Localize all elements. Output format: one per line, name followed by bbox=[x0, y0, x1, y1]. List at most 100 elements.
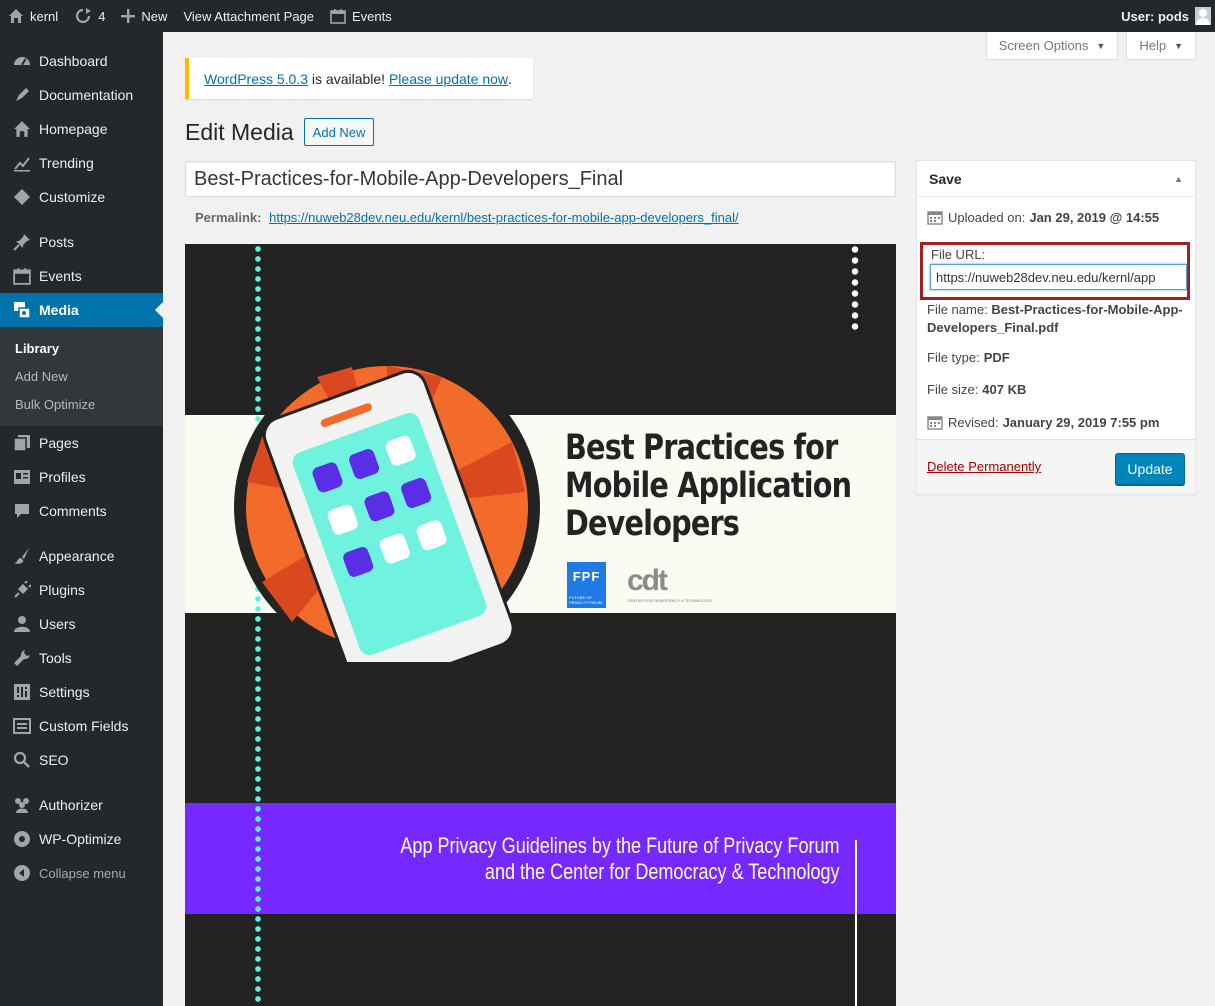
updates-count: 4 bbox=[98, 8, 106, 24]
document-title: Best Practices for Mobile Application De… bbox=[565, 428, 852, 543]
fields-icon bbox=[12, 716, 32, 736]
events-label: Events bbox=[352, 8, 392, 24]
menu-seo[interactable]: SEO bbox=[0, 743, 163, 777]
menu-documentation[interactable]: Documentation bbox=[0, 78, 163, 112]
brush-icon bbox=[12, 546, 32, 566]
submenu-bulk-optimize[interactable]: Bulk Optimize bbox=[0, 390, 163, 418]
menu-appearance[interactable]: Appearance bbox=[0, 539, 163, 573]
update-notice: WordPress 5.0.3 is available! Please upd… bbox=[185, 58, 533, 99]
file-size-label: File size: bbox=[927, 382, 979, 397]
collapse-arrow-icon[interactable]: ▲ bbox=[1174, 174, 1183, 184]
menu-homepage[interactable]: Homepage bbox=[0, 112, 163, 146]
caret-down-icon: ▼ bbox=[1096, 40, 1106, 51]
phone-illustration bbox=[234, 354, 540, 662]
add-new-button[interactable]: Add New bbox=[303, 118, 375, 146]
submenu-add-new[interactable]: Add New bbox=[0, 362, 163, 390]
collapse-menu-button[interactable]: Collapse menu bbox=[0, 856, 163, 890]
menu-separator bbox=[0, 777, 163, 788]
save-box: Save ▲ Uploaded on: Jan 29, 2019 @ 14:55… bbox=[916, 160, 1196, 495]
version-link[interactable]: WordPress 5.0.3 bbox=[204, 71, 308, 87]
caret-down-icon: ▼ bbox=[1174, 40, 1183, 51]
pdf-preview: Best Practices for Mobile Application De… bbox=[185, 244, 896, 1006]
menu-label: Custom Fields bbox=[39, 718, 129, 734]
menu-tools[interactable]: Tools bbox=[0, 641, 163, 675]
menu-label: Dashboard bbox=[39, 53, 108, 69]
menu-posts[interactable]: Posts bbox=[0, 225, 163, 259]
new-label: New bbox=[141, 8, 168, 24]
notice-end: . bbox=[508, 70, 512, 87]
menu-events[interactable]: Events bbox=[0, 259, 163, 293]
menu-pages[interactable]: Pages bbox=[0, 426, 163, 460]
menu-comments[interactable]: Comments bbox=[0, 494, 163, 528]
menu-label: WP-Optimize bbox=[39, 831, 122, 847]
menu-label: Documentation bbox=[39, 87, 134, 103]
media-icon bbox=[12, 300, 32, 320]
menu-media[interactable]: Media bbox=[0, 293, 163, 327]
documentation-icon bbox=[12, 85, 32, 105]
admin-sidebar: Dashboard Documentation Homepage Trendin… bbox=[0, 32, 163, 1006]
collapse-icon bbox=[12, 863, 32, 883]
screen-meta-links: Screen Options ▼ Help ▼ bbox=[985, 32, 1196, 60]
site-name-link[interactable]: kernl bbox=[0, 0, 66, 32]
menu-custom-fields[interactable]: Custom Fields bbox=[0, 709, 163, 743]
view-attachment-link[interactable]: View Attachment Page bbox=[175, 0, 322, 32]
menu-label: Homepage bbox=[39, 121, 108, 137]
menu-dashboard[interactable]: Dashboard bbox=[0, 44, 163, 78]
screen-options-button[interactable]: Screen Options ▼ bbox=[985, 32, 1119, 60]
menu-customize[interactable]: Customize bbox=[0, 180, 163, 214]
file-url-field[interactable]: https://nuweb28dev.neu.edu/kernl/app bbox=[930, 264, 1187, 290]
permalink-url[interactable]: https://nuweb28dev.neu.edu/kernl/best-pr… bbox=[269, 210, 738, 225]
menu-label: Media bbox=[39, 302, 79, 318]
menu-label: Posts bbox=[39, 234, 75, 250]
user-account-link[interactable]: User: pods bbox=[1113, 0, 1215, 32]
submenu-library[interactable]: Library bbox=[0, 334, 163, 362]
calendar-icon bbox=[927, 211, 943, 225]
authorizer-icon bbox=[12, 795, 32, 815]
save-box-header[interactable]: Save ▲ bbox=[917, 161, 1195, 197]
menu-label: Users bbox=[39, 616, 76, 632]
menu-label: Tools bbox=[39, 650, 72, 666]
fpf-logo-subtext: FUTURE OF PRIVACY FORUM bbox=[569, 595, 602, 605]
new-content-link[interactable]: New bbox=[113, 0, 175, 32]
menu-label: Plugins bbox=[39, 582, 85, 598]
events-link[interactable]: Events bbox=[322, 0, 400, 32]
delete-permanently-link[interactable]: Delete Permanently bbox=[927, 459, 1041, 474]
title-line: Best Practices for bbox=[565, 428, 838, 468]
update-button[interactable]: Update bbox=[1115, 453, 1185, 485]
menu-authorizer[interactable]: Authorizer bbox=[0, 788, 163, 822]
save-box-title: Save bbox=[929, 170, 962, 187]
menu-wp-optimize[interactable]: WP-Optimize bbox=[0, 822, 163, 856]
menu-plugins[interactable]: Plugins bbox=[0, 573, 163, 607]
screen-options-label: Screen Options bbox=[998, 38, 1089, 53]
fpf-logo-text: FPF bbox=[572, 569, 601, 584]
menu-label: Authorizer bbox=[39, 797, 103, 813]
updates-link[interactable]: 4 bbox=[66, 0, 113, 32]
update-now-link[interactable]: Please update now bbox=[389, 71, 508, 87]
search-icon bbox=[12, 750, 32, 770]
file-type-value: PDF bbox=[983, 350, 1010, 365]
calendar-icon bbox=[330, 9, 346, 24]
view-attachment-label: View Attachment Page bbox=[183, 8, 315, 24]
menu-users[interactable]: Users bbox=[0, 607, 163, 641]
help-button[interactable]: Help ▼ bbox=[1126, 32, 1196, 60]
file-url-label: File URL: bbox=[931, 247, 986, 262]
subtitle-line: and the Center for Democracy & Technolog… bbox=[485, 859, 840, 884]
plugin-icon bbox=[12, 580, 32, 600]
file-size-value: 407 KB bbox=[982, 382, 1027, 397]
menu-label: Trending bbox=[39, 155, 94, 171]
title-input[interactable]: Best-Practices-for-Mobile-App-Developers… bbox=[185, 161, 896, 197]
media-submenu: Library Add New Bulk Optimize bbox=[0, 327, 163, 426]
subtitle-line: App Privacy Guidelines by the Future of … bbox=[400, 833, 840, 858]
menu-profiles[interactable]: Profiles bbox=[0, 460, 163, 494]
menu-label: Comments bbox=[39, 503, 107, 519]
site-name: kernl bbox=[30, 8, 59, 24]
customize-icon bbox=[12, 187, 32, 207]
notice-text: is available! bbox=[308, 70, 389, 87]
collapse-label: Collapse menu bbox=[39, 865, 126, 881]
menu-trending[interactable]: Trending bbox=[0, 146, 163, 180]
major-publishing-actions: Delete Permanently Update bbox=[917, 439, 1195, 494]
avatar bbox=[1195, 7, 1211, 25]
menu-settings[interactable]: Settings bbox=[0, 675, 163, 709]
menu-label: Customize bbox=[39, 189, 106, 205]
menu-label: SEO bbox=[39, 752, 69, 768]
